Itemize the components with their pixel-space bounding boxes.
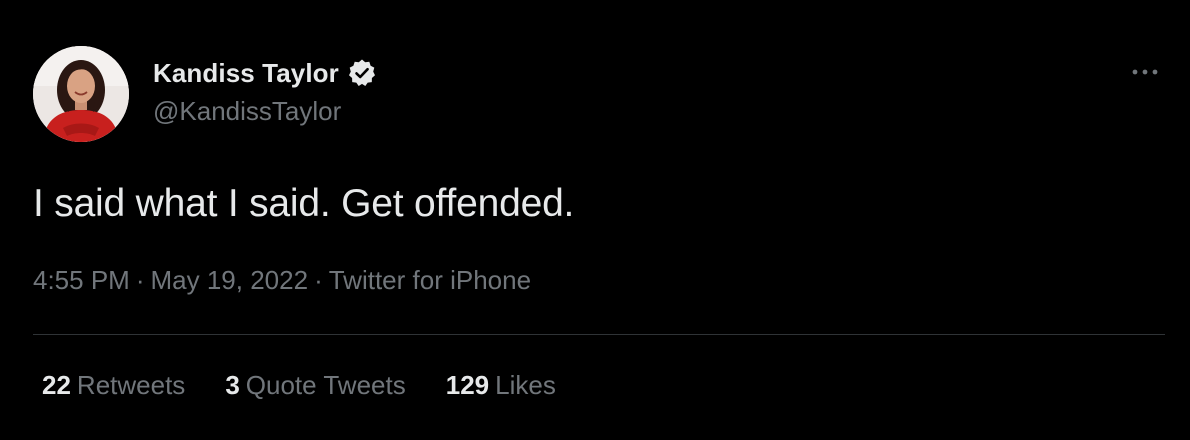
likes-stat[interactable]: 129 Likes (446, 370, 556, 401)
retweets-stat[interactable]: 22 Retweets (42, 370, 185, 401)
meta-separator: · (314, 265, 323, 295)
more-horizontal-icon[interactable] (1127, 58, 1163, 86)
tweet-date[interactable]: May 19, 2022 (151, 265, 309, 295)
verified-badge-icon (346, 57, 378, 89)
retweets-label: Retweets (76, 370, 186, 400)
avatar-photo (33, 46, 129, 142)
divider (33, 334, 1165, 335)
author-handle[interactable]: @KandissTaylor (153, 96, 341, 127)
quote-tweets-label: Quote Tweets (245, 370, 406, 400)
tweet-card: Kandiss Taylor @KandissTaylor I said wha… (0, 0, 1190, 440)
retweets-count: 22 (42, 370, 71, 400)
avatar[interactable] (33, 46, 129, 142)
tweet-time[interactable]: 4:55 PM (33, 265, 130, 295)
likes-label: Likes (495, 370, 556, 400)
meta-separator: · (135, 265, 145, 295)
quote-tweets-count: 3 (225, 370, 240, 400)
tweet-meta: 4:55 PM · May 19, 2022 · Twitter for iPhone (33, 265, 531, 296)
likes-count: 129 (445, 370, 490, 400)
tweet-text: I said what I said. Get offended. (33, 182, 575, 225)
author-name-row[interactable]: Kandiss Taylor (153, 57, 378, 89)
quote-tweets-stat[interactable]: 3 Quote Tweets (225, 370, 405, 401)
author-display-name[interactable]: Kandiss Taylor (153, 58, 339, 89)
tweet-source[interactable]: Twitter for iPhone (329, 265, 531, 295)
tweet-stats: 22 Retweets 3 Quote Tweets 129 Likes (42, 370, 596, 401)
